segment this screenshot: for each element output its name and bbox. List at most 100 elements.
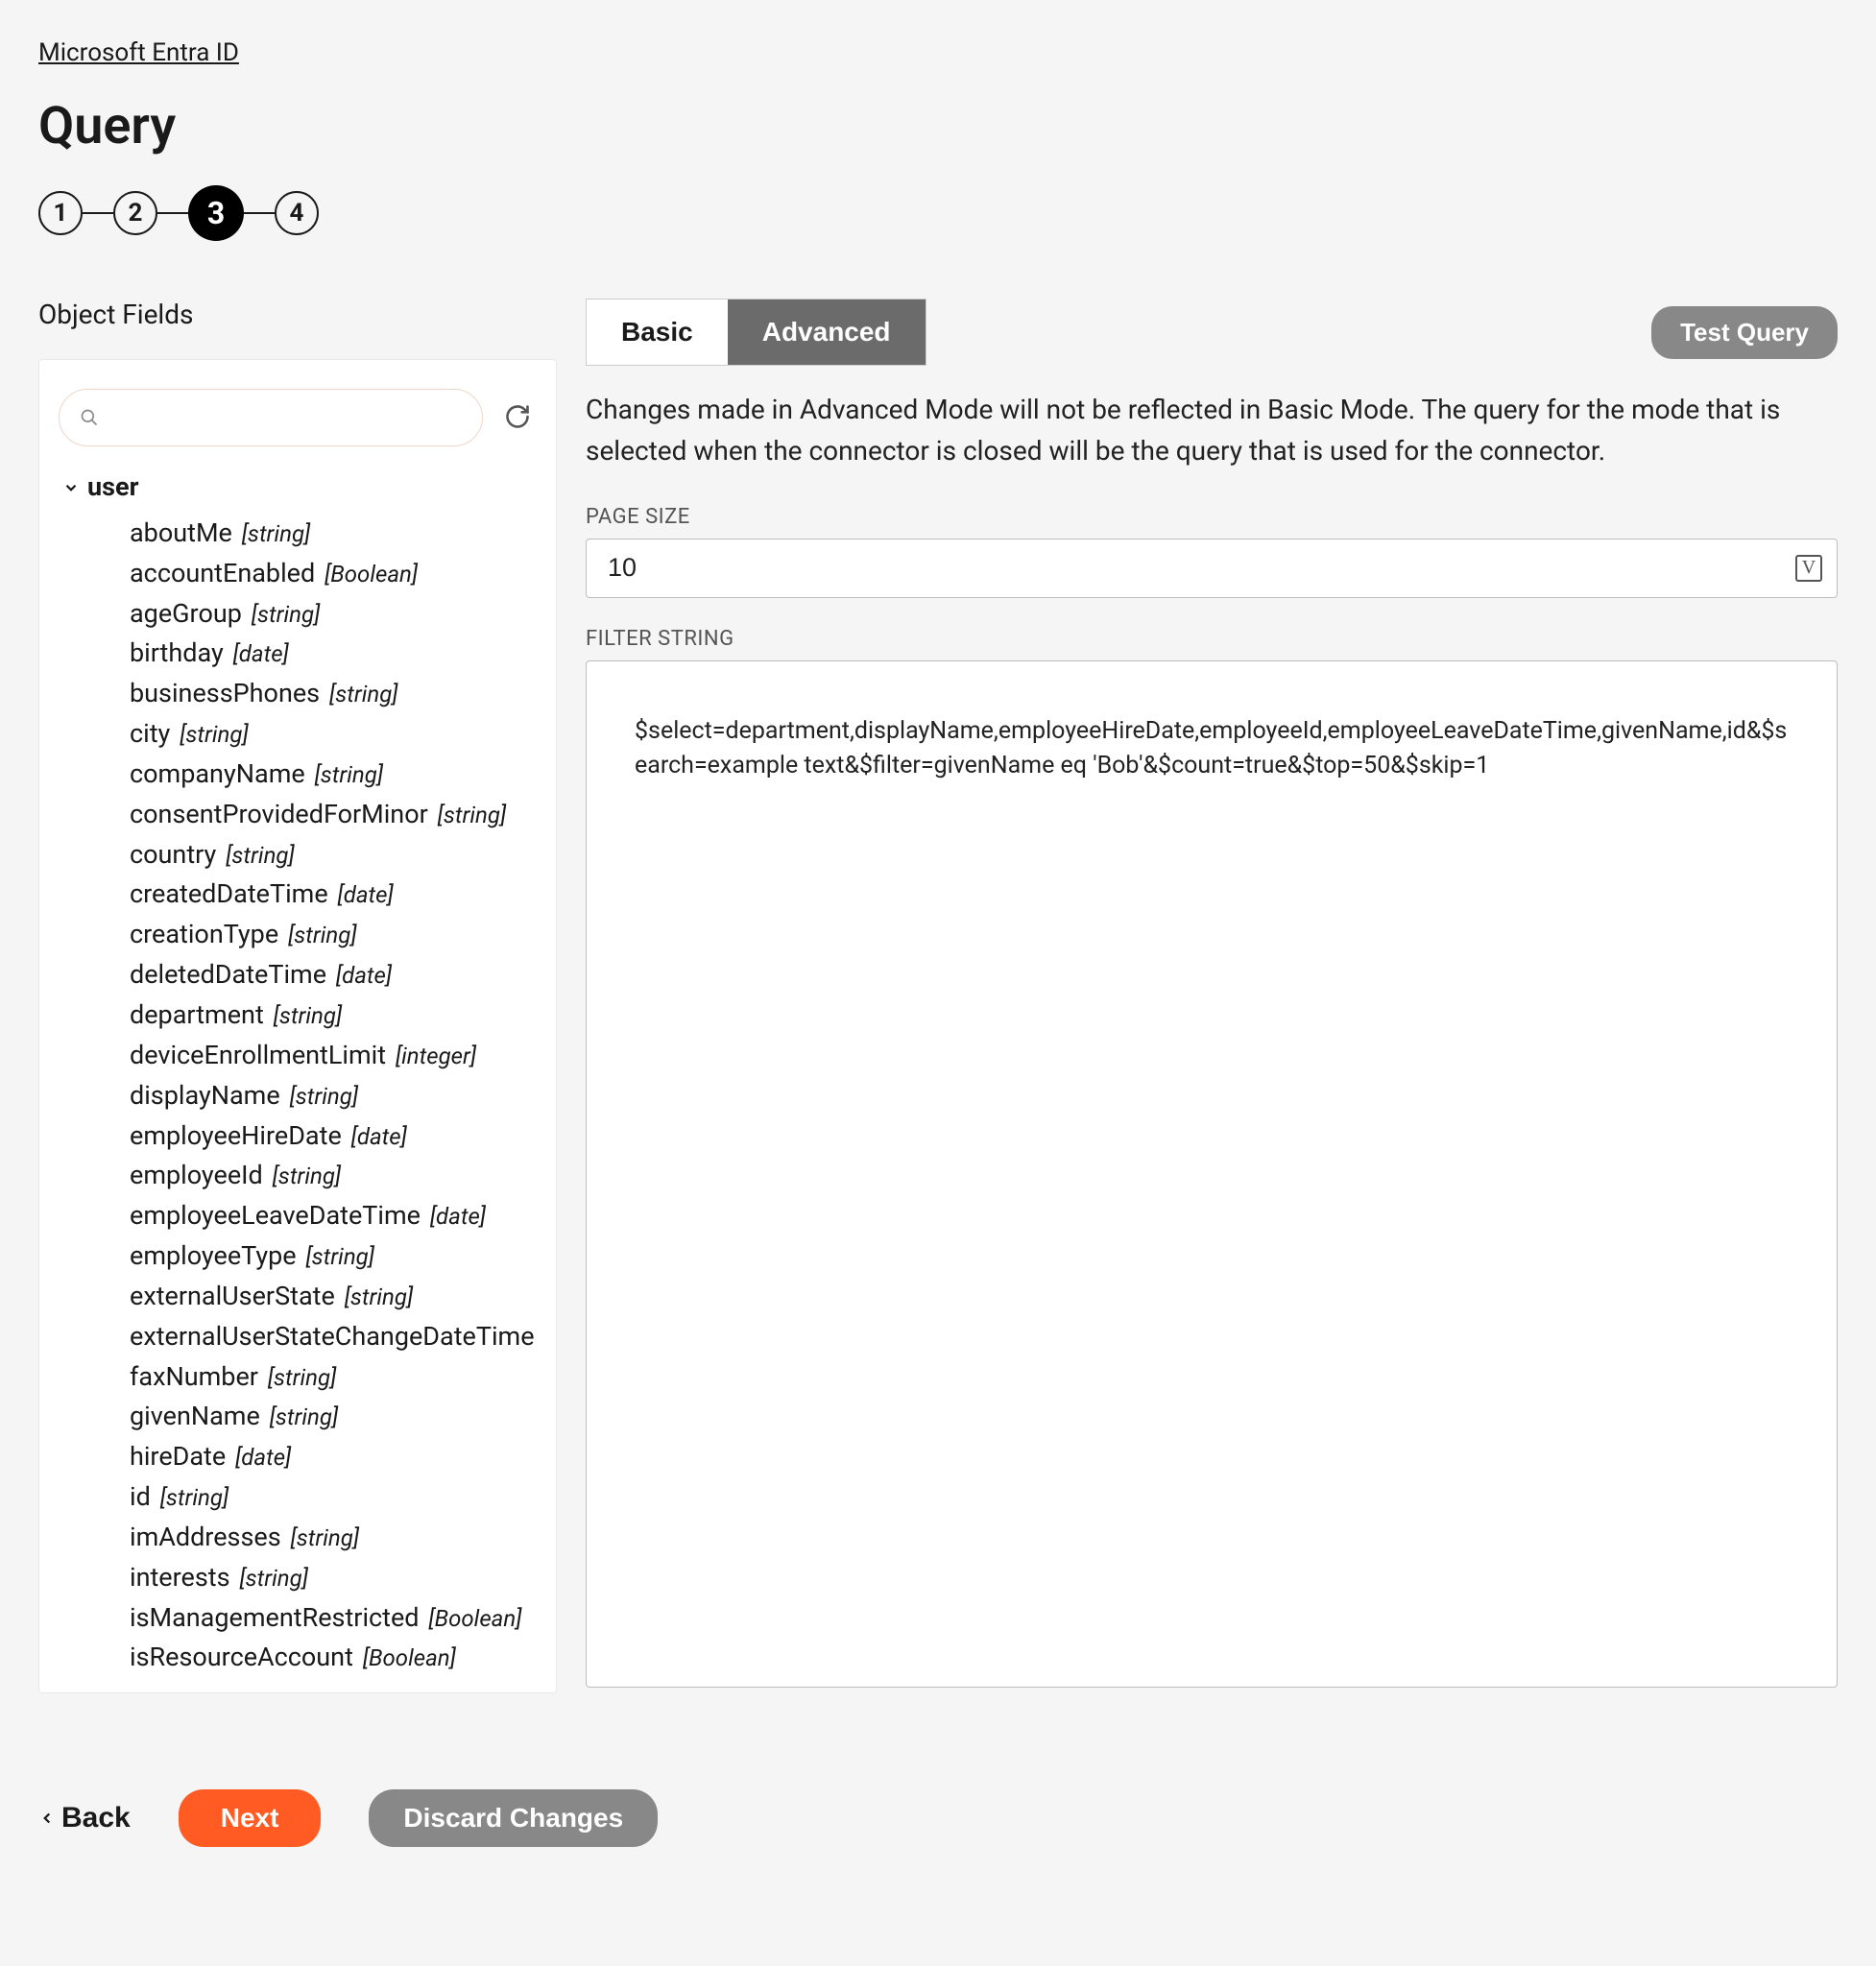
field-item[interactable]: consentProvidedForMinor [string] — [130, 795, 537, 835]
field-item[interactable]: creationType [string] — [130, 915, 537, 955]
field-type: [string] — [432, 802, 506, 828]
variable-badge-icon[interactable]: V — [1795, 555, 1822, 582]
field-name: externalUserStateChangeDateTime — [130, 1321, 535, 1352]
field-name: interests — [130, 1562, 230, 1593]
tree-node-label: user — [87, 468, 138, 508]
field-item[interactable]: department [string] — [130, 995, 537, 1036]
field-item[interactable]: deletedDateTime [date] — [130, 955, 537, 995]
field-type: [string] — [285, 1524, 359, 1551]
refresh-icon — [504, 403, 531, 430]
breadcrumb-link[interactable]: Microsoft Entra ID — [38, 38, 239, 67]
field-name: consentProvidedForMinor — [130, 799, 428, 829]
field-item[interactable]: createdDateTime [date] — [130, 875, 537, 915]
filter-string-label: FILTER STRING — [586, 627, 1838, 651]
field-type: [string] — [268, 1002, 342, 1029]
step-1[interactable]: 1 — [38, 191, 83, 235]
field-name: companyName — [130, 758, 305, 789]
mode-note: Changes made in Advanced Mode will not b… — [586, 389, 1838, 472]
field-item[interactable]: faxNumber [string] — [130, 1357, 537, 1398]
field-name: employeeId — [130, 1160, 263, 1190]
field-item[interactable]: isManagementRestricted [Boolean] — [130, 1598, 537, 1639]
field-item[interactable]: country [string] — [130, 835, 537, 875]
field-item[interactable]: employeeHireDate [date] — [130, 1116, 537, 1157]
back-button[interactable]: Back — [38, 1802, 131, 1834]
field-type: [integer] — [390, 1043, 476, 1069]
step-3[interactable]: 3 — [188, 185, 244, 241]
step-connector — [244, 212, 275, 215]
tree-node-user[interactable]: user — [62, 468, 537, 508]
tab-advanced[interactable]: Advanced — [728, 300, 926, 365]
field-type: [string] — [246, 601, 320, 628]
field-name: ageGroup — [130, 598, 242, 629]
field-item[interactable]: city [string] — [130, 714, 537, 755]
field-name: department — [130, 999, 264, 1030]
field-type: [string] — [155, 1484, 228, 1511]
page-size-input[interactable] — [586, 539, 1838, 598]
field-name: faxNumber — [130, 1361, 258, 1392]
object-fields-panel: user aboutMe [string]accountEnabled [Boo… — [38, 359, 557, 1693]
field-type: [string] — [284, 1083, 358, 1110]
field-name: createdDateTime — [130, 878, 328, 909]
field-item[interactable]: employeeType [string] — [130, 1236, 537, 1277]
page-title: Query — [38, 96, 1838, 156]
field-item[interactable]: employeeId [string] — [130, 1156, 537, 1196]
field-item[interactable]: businessPhones [string] — [130, 674, 537, 714]
field-type: [date] — [229, 1444, 291, 1471]
mode-tab-group: Basic Advanced — [586, 299, 926, 366]
discard-button[interactable]: Discard Changes — [369, 1789, 658, 1847]
field-name: accountEnabled — [130, 558, 315, 588]
field-item[interactable]: displayName [string] — [130, 1076, 537, 1116]
field-item[interactable]: id [string] — [130, 1477, 537, 1518]
field-type: [date] — [228, 640, 289, 667]
field-item[interactable]: ageGroup [string] — [130, 594, 537, 635]
field-item[interactable]: externalUserStateChangeDateTime [date] — [130, 1317, 537, 1357]
field-type: [string] — [262, 1364, 336, 1391]
field-name: employeeLeaveDateTime — [130, 1200, 421, 1231]
field-item[interactable]: interests [string] — [130, 1558, 537, 1598]
fields-search-input[interactable] — [59, 389, 483, 446]
field-type: [string] — [234, 1565, 308, 1592]
field-type: [Boolean] — [423, 1605, 522, 1632]
field-name: isManagementRestricted — [130, 1602, 420, 1633]
test-query-button[interactable]: Test Query — [1651, 306, 1838, 359]
field-item[interactable]: givenName [string] — [130, 1397, 537, 1437]
field-type: [string] — [309, 761, 383, 788]
refresh-button[interactable] — [498, 397, 537, 439]
step-2[interactable]: 2 — [113, 191, 157, 235]
back-label: Back — [61, 1802, 131, 1834]
field-type: [date] — [330, 962, 392, 989]
field-name: employeeHireDate — [130, 1120, 342, 1151]
field-name: isResourceAccount — [130, 1642, 353, 1672]
field-item[interactable]: isResourceAccount [Boolean] — [130, 1638, 537, 1678]
field-item[interactable]: hireDate [date] — [130, 1437, 537, 1477]
tab-basic[interactable]: Basic — [587, 300, 728, 365]
field-item[interactable]: aboutMe [string] — [130, 514, 537, 554]
step-4[interactable]: 4 — [275, 191, 319, 235]
field-type: [string] — [282, 922, 356, 948]
field-item[interactable]: deviceEnrollmentLimit [integer] — [130, 1036, 537, 1076]
field-name: country — [130, 839, 216, 870]
field-item[interactable]: imAddresses [string] — [130, 1518, 537, 1558]
next-button[interactable]: Next — [179, 1789, 322, 1847]
field-name: givenName — [130, 1401, 260, 1431]
field-type: [string] — [301, 1243, 374, 1270]
field-name: birthday — [130, 637, 224, 668]
field-item[interactable]: employeeLeaveDateTime [date] — [130, 1196, 537, 1236]
field-item[interactable]: birthday [date] — [130, 634, 537, 674]
chevron-left-icon — [38, 1810, 56, 1827]
step-connector — [157, 212, 188, 215]
field-type: [string] — [324, 681, 397, 707]
field-item[interactable]: companyName [string] — [130, 755, 537, 795]
field-name: city — [130, 718, 170, 749]
field-type: [string] — [236, 520, 310, 547]
filter-string-textarea[interactable] — [586, 660, 1838, 1688]
page-size-label: PAGE SIZE — [586, 505, 1838, 529]
field-type: [string] — [220, 842, 294, 869]
field-item[interactable]: accountEnabled [Boolean] — [130, 554, 537, 594]
field-name: creationType — [130, 919, 278, 949]
field-item[interactable]: externalUserState [string] — [130, 1277, 537, 1317]
step-connector — [83, 212, 113, 215]
field-name: employeeType — [130, 1240, 297, 1271]
field-type: [date] — [346, 1123, 407, 1150]
field-name: id — [130, 1481, 151, 1512]
